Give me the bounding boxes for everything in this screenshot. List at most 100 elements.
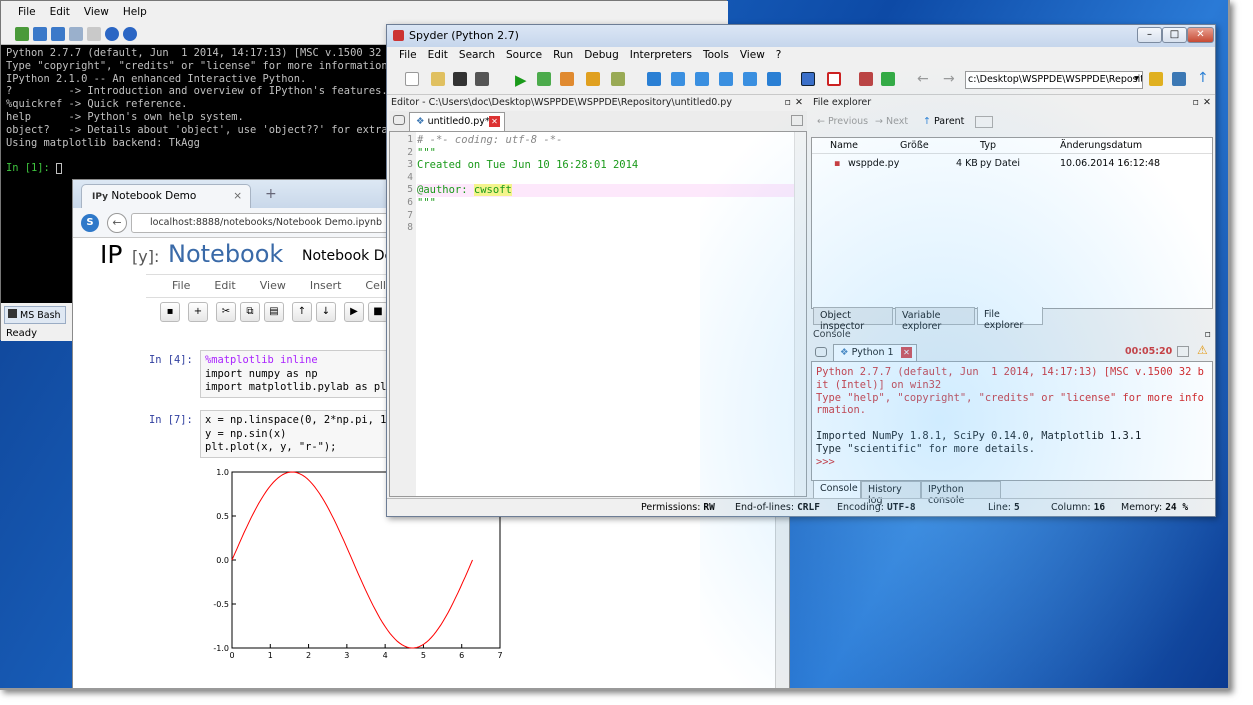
paste-button[interactable]: ▤: [264, 302, 284, 322]
insert-cell-button[interactable]: +: [188, 302, 208, 322]
python-console[interactable]: Python 2.7.7 (default, Jun 1 2014, 14:17…: [811, 361, 1213, 481]
paste-icon[interactable]: [87, 26, 101, 41]
copy-button[interactable]: ⧉: [240, 302, 260, 322]
view-options-icon[interactable]: [975, 116, 993, 128]
options-icon[interactable]: [791, 115, 803, 126]
code-area[interactable]: # -*- coding: utf-8 -*- """ Created on T…: [417, 132, 807, 496]
menu-view[interactable]: View: [84, 6, 109, 18]
copy-icon[interactable]: [69, 26, 83, 41]
nb-menu-insert[interactable]: Insert: [310, 279, 342, 293]
close-button[interactable]: ✕: [1187, 27, 1214, 43]
tab-object-inspector[interactable]: Object inspector: [813, 307, 893, 332]
browser-tab[interactable]: IPy Notebook Demo ×: [81, 184, 251, 208]
tab-history-log[interactable]: History log: [861, 481, 921, 506]
save-all-icon[interactable]: [475, 72, 489, 86]
options-icon[interactable]: [1177, 346, 1189, 357]
console-tab[interactable]: ❖ Python 1 ✕: [833, 344, 917, 361]
code-cell[interactable]: %matplotlib inline import numpy as np impo…: [200, 350, 400, 398]
menu-view[interactable]: View: [740, 49, 765, 63]
url-input[interactable]: localhost:8888/notebooks/Notebook Demo.i…: [131, 213, 391, 233]
help-icon[interactable]: [123, 26, 137, 41]
undock-icon[interactable]: ▫: [785, 97, 791, 108]
col-name[interactable]: Name: [830, 140, 858, 151]
pythonpath-icon[interactable]: [881, 72, 895, 86]
run-cell-icon[interactable]: [611, 72, 625, 86]
python-icon[interactable]: [1172, 72, 1186, 86]
tab-ipython-console[interactable]: IPython console: [921, 481, 1001, 506]
code-editor[interactable]: 12345678 # -*- coding: utf-8 -*- """ Cre…: [389, 131, 807, 497]
run-config-icon[interactable]: [537, 72, 551, 86]
minimize-button[interactable]: –: [1137, 27, 1162, 43]
menu-edit[interactable]: Edit: [50, 6, 70, 18]
close-tab-icon[interactable]: ✕: [901, 347, 912, 358]
continue-icon[interactable]: [743, 72, 757, 86]
parent-dir-icon[interactable]: ↑: [1197, 70, 1209, 86]
taskbar-tab-msbash[interactable]: MS Bash: [4, 306, 66, 324]
stop-button[interactable]: ■: [368, 302, 388, 322]
tab-console[interactable]: Console: [813, 481, 861, 499]
move-down-button[interactable]: ↓: [316, 302, 336, 322]
step-icon[interactable]: [671, 72, 685, 86]
new-file-icon[interactable]: [405, 72, 419, 86]
close-pane-icon[interactable]: ✕: [1203, 97, 1211, 108]
move-up-button[interactable]: ↑: [292, 302, 312, 322]
tab-file-explorer[interactable]: File explorer: [977, 307, 1043, 331]
back-arrow-icon[interactable]: ←: [917, 71, 929, 87]
editor-scrollbar[interactable]: [794, 132, 806, 496]
nav-parent[interactable]: ↑ Parent: [923, 116, 964, 127]
menu-edit[interactable]: Edit: [428, 49, 448, 63]
working-dir-combo[interactable]: c:\Desktop\WSPPDE\WSPPDE\Repository ▾: [965, 71, 1143, 89]
info-icon[interactable]: [105, 26, 119, 41]
nb-menu-cell[interactable]: Cell: [365, 279, 386, 293]
tab-close-icon[interactable]: ×: [233, 190, 242, 202]
debug-icon[interactable]: [647, 72, 661, 86]
code-cell[interactable]: x = np.linspace(0, 2*np.pi, 100) y = np.s…: [200, 410, 400, 458]
editor-tab[interactable]: ❖ untitled0.py* ✕: [409, 112, 505, 131]
run-icon[interactable]: ▶: [515, 71, 527, 89]
col-date[interactable]: Änderungsdatum: [1060, 140, 1142, 151]
menu-file[interactable]: File: [18, 6, 36, 18]
undock-icon[interactable]: ▫: [1205, 329, 1211, 340]
save-icon[interactable]: [453, 72, 467, 86]
close-pane-icon[interactable]: ✕: [795, 97, 803, 108]
browser-scrollbar[interactable]: [775, 238, 789, 688]
nb-menu-view[interactable]: View: [260, 279, 286, 293]
nav-previous[interactable]: ← Previous: [817, 116, 868, 127]
browse-tabs-icon[interactable]: [815, 347, 827, 357]
nb-menu-edit[interactable]: Edit: [214, 279, 235, 293]
notebook-title[interactable]: Notebook Demo: [302, 248, 392, 264]
menu-interpreters[interactable]: Interpreters: [630, 49, 692, 63]
menu-help[interactable]: Help: [123, 6, 147, 18]
open-file-icon[interactable]: [431, 72, 445, 86]
run-button[interactable]: ▶: [344, 302, 364, 322]
save-button[interactable]: ▪: [160, 302, 180, 322]
run-again-icon[interactable]: [560, 72, 574, 86]
close-tab-icon[interactable]: ✕: [489, 116, 500, 127]
stop-debug-icon[interactable]: [767, 72, 781, 86]
run-selection-icon[interactable]: [586, 72, 600, 86]
nav-next[interactable]: → Next: [875, 116, 908, 127]
forward-icon[interactable]: [51, 26, 65, 41]
menu-debug[interactable]: Debug: [584, 49, 619, 63]
nb-menu-file[interactable]: File: [172, 279, 190, 293]
forward-arrow-icon[interactable]: →: [943, 71, 955, 87]
maximize-button[interactable]: □: [1162, 27, 1187, 43]
back-icon[interactable]: ←: [107, 213, 127, 233]
new-tab-icon[interactable]: +: [265, 186, 277, 202]
menu-search[interactable]: Search: [459, 49, 495, 63]
browse-folder-icon[interactable]: [1149, 72, 1163, 86]
col-size[interactable]: Größe: [900, 140, 929, 151]
col-type[interactable]: Typ: [980, 140, 996, 151]
warning-icon[interactable]: ⚠: [1197, 343, 1208, 357]
menu-help[interactable]: ?: [776, 49, 782, 63]
tab-variable-explorer[interactable]: Variable explorer: [895, 307, 975, 332]
tools-icon[interactable]: [859, 72, 873, 86]
menu-run[interactable]: Run: [553, 49, 573, 63]
step-return-icon[interactable]: [719, 72, 733, 86]
browse-tabs-icon[interactable]: [393, 115, 405, 125]
back-icon[interactable]: [33, 26, 47, 41]
menu-source[interactable]: Source: [506, 49, 542, 63]
menu-file[interactable]: File: [399, 49, 417, 63]
step-into-icon[interactable]: [695, 72, 709, 86]
maximize-pane-icon[interactable]: [801, 72, 815, 86]
